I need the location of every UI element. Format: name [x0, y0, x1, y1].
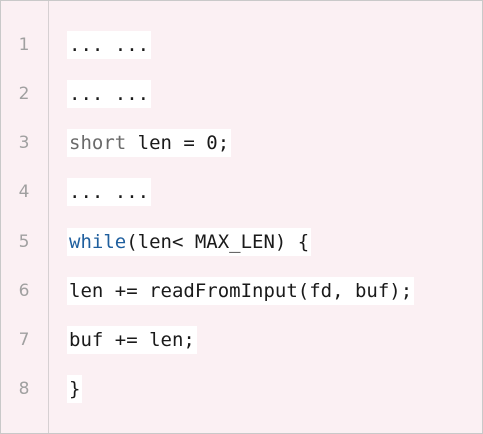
code-line-3: 3 short len = 0; [1, 129, 482, 157]
code-token: ... ... [69, 181, 150, 203]
code-text: } [67, 375, 83, 403]
line-number: 6 [18, 281, 30, 301]
code-token: buf += len; [69, 329, 195, 351]
line-number: 7 [18, 330, 30, 350]
code-text: ... ... [67, 80, 152, 108]
code-token: (len< MAX_LEN) { [126, 231, 310, 253]
line-number: 8 [18, 379, 30, 399]
line-number: 1 [18, 35, 30, 55]
code-text: ... ... [67, 178, 152, 206]
code-viewer: 1 ... ... 2 ... ... 3 short len = 0; 4 .… [0, 0, 483, 434]
line-number: 4 [18, 182, 30, 202]
code-text: short len = 0; [67, 129, 232, 157]
code-line-8: 8 } [1, 375, 482, 403]
code-token: len += readFromInput(fd, buf); [69, 280, 413, 302]
code-line-6: 6 len += readFromInput(fd, buf); [1, 277, 482, 305]
code-line-1: 1 ... ... [1, 31, 482, 59]
code-line-5: 5 while(len< MAX_LEN) { [1, 228, 482, 256]
line-number-gutter [1, 1, 49, 433]
type-keyword: short [69, 132, 127, 154]
code-text: len += readFromInput(fd, buf); [67, 277, 415, 305]
control-keyword: while [69, 231, 127, 253]
code-token: ... ... [69, 83, 150, 105]
code-text: while(len< MAX_LEN) { [67, 228, 312, 256]
line-number: 3 [18, 133, 30, 153]
code-line-7: 7 buf += len; [1, 326, 482, 354]
code-line-4: 4 ... ... [1, 178, 482, 206]
line-number: 2 [18, 84, 30, 104]
code-token: len = 0; [126, 132, 230, 154]
code-token: ... ... [69, 34, 150, 56]
code-token: } [69, 378, 81, 400]
code-text: buf += len; [67, 326, 197, 354]
line-number: 5 [18, 232, 30, 252]
code-line-2: 2 ... ... [1, 80, 482, 108]
code-text: ... ... [67, 31, 152, 59]
